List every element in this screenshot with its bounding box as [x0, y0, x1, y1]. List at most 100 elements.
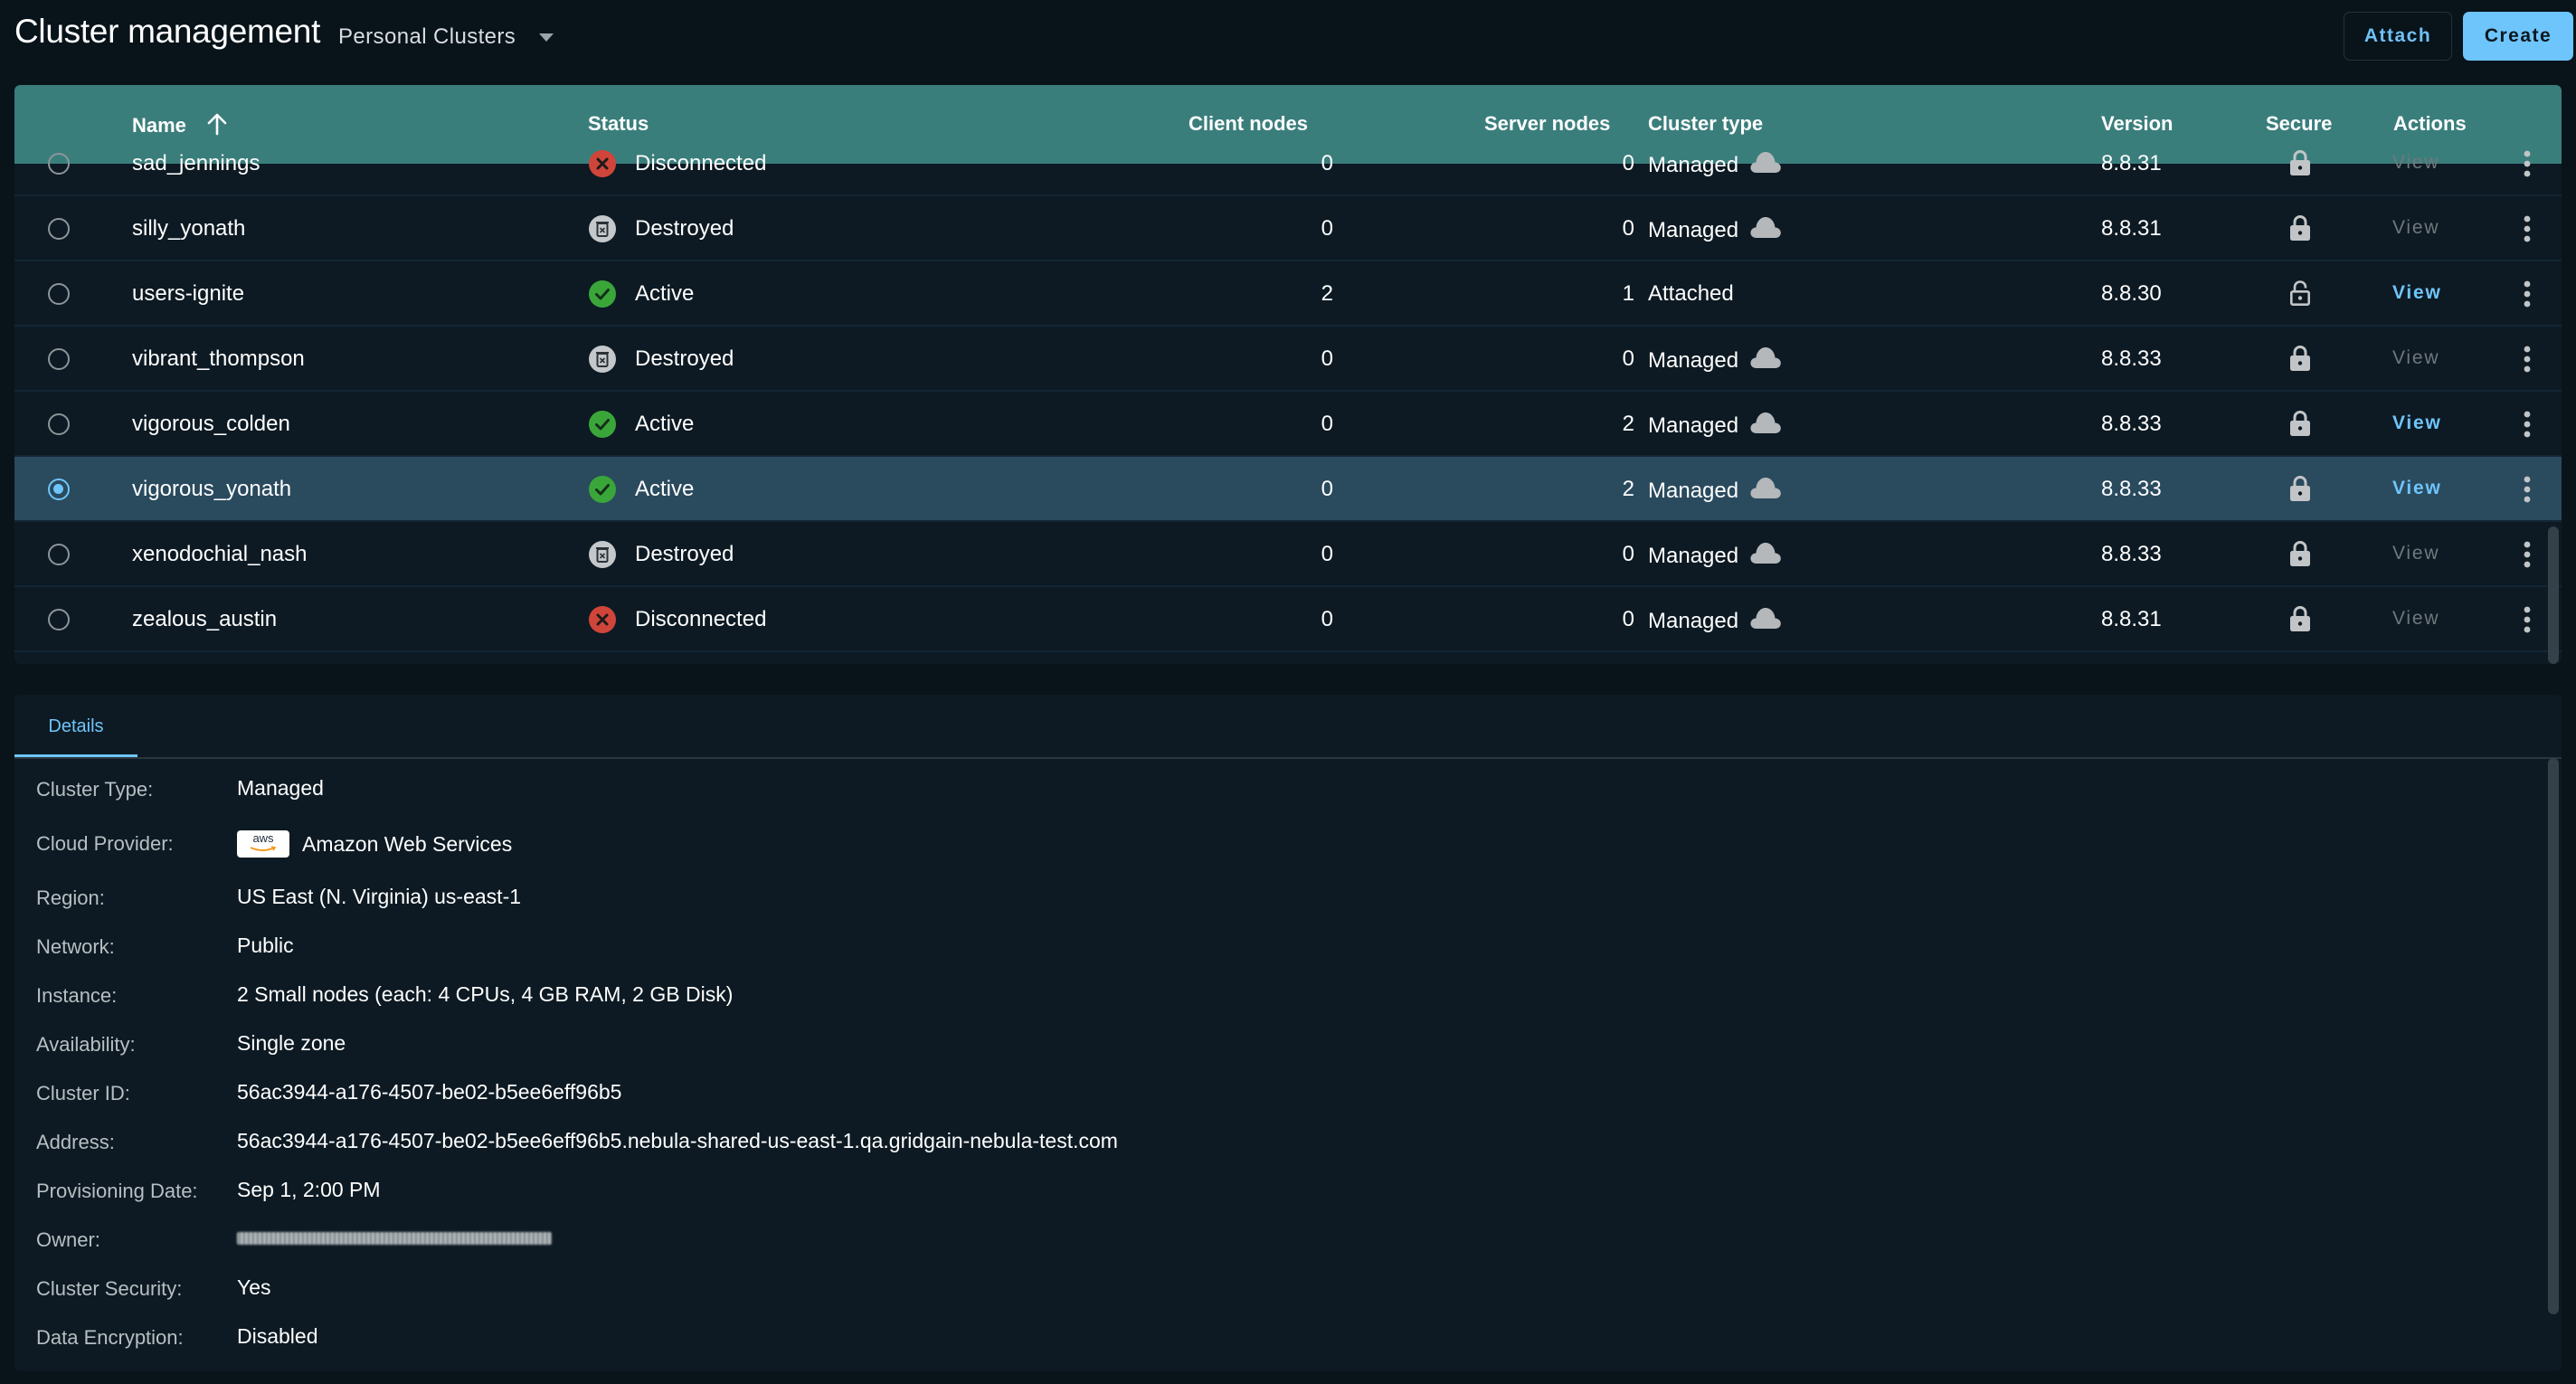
tab-divider [14, 757, 2562, 759]
cluster-name: silly_yonath [132, 216, 246, 241]
details-scrollbar[interactable] [2548, 758, 2559, 1314]
cluster-type-text: Managed [1648, 348, 1739, 373]
more-actions-icon[interactable] [2518, 213, 2536, 244]
client-nodes-count: 0 [1321, 346, 1333, 371]
more-actions-icon[interactable] [2518, 474, 2536, 505]
view-link[interactable]: View [2392, 217, 2439, 239]
caret-down-icon [539, 33, 554, 42]
cluster-type: Managed [1648, 606, 1782, 637]
more-actions-icon[interactable] [2518, 604, 2536, 635]
row-select-radio[interactable] [48, 283, 70, 305]
view-link[interactable]: View [2392, 478, 2442, 499]
cluster-type: Managed [1648, 150, 1782, 181]
lock-closed-icon [2289, 345, 2311, 376]
detail-label: Instance: [36, 984, 118, 1007]
more-actions-icon[interactable] [2518, 409, 2536, 440]
server-nodes-count: 2 [1622, 412, 1634, 436]
row-select-radio[interactable] [48, 413, 70, 435]
more-actions-icon[interactable] [2518, 344, 2536, 374]
more-actions-icon[interactable] [2518, 539, 2536, 570]
cluster-type-text: Managed [1648, 479, 1739, 503]
more-actions-icon[interactable] [2518, 148, 2536, 179]
row-select-radio[interactable] [48, 609, 70, 630]
cluster-type: Managed [1648, 215, 1782, 246]
table-row[interactable]: xenodochial_nash Destroyed 0 0 Managed 8.8.33… [14, 522, 2562, 587]
attach-button[interactable]: Attach [2344, 12, 2452, 61]
client-nodes-count: 0 [1321, 477, 1333, 501]
server-nodes-count: 0 [1622, 607, 1634, 631]
status-text: Active [635, 281, 695, 306]
cluster-type-text: Managed [1648, 218, 1739, 242]
client-nodes-count: 0 [1321, 216, 1333, 241]
cloud-icon [1749, 411, 1782, 441]
detail-value: Sep 1, 2:00 PM [237, 1178, 381, 1201]
more-actions-icon[interactable] [2518, 279, 2536, 309]
lock-closed-icon [2289, 214, 2311, 246]
detail-label: Data Encryption: [36, 1326, 184, 1349]
table-row[interactable]: users-ignite Active 2 1 Attached 8.8.30 View [14, 261, 2562, 327]
check-circle-icon [588, 280, 617, 308]
client-nodes-count: 0 [1321, 542, 1333, 566]
detail-value: Disabled [237, 1324, 318, 1348]
client-nodes-count: 2 [1321, 281, 1333, 306]
lock-closed-icon [2289, 410, 2311, 441]
detail-label: Cluster Type: [36, 778, 154, 801]
table-scrollbar[interactable] [2548, 526, 2559, 664]
lock-closed-icon [2289, 475, 2311, 507]
cloud-icon [1749, 606, 1782, 637]
table-row[interactable]: sad_jennings Disconnected 0 0 Managed 8.8.31 V… [14, 131, 2562, 196]
detail-label: Network: [36, 935, 115, 958]
cluster-name: zealous_austin [132, 607, 278, 631]
server-nodes-count: 0 [1622, 542, 1634, 566]
table-row[interactable]: vigorous_yonath Active 0 2 Managed 8.8.33 View [14, 457, 2562, 522]
client-nodes-count: 0 [1321, 151, 1333, 175]
trash-icon [588, 345, 617, 374]
cluster-name: users-ignite [132, 281, 245, 306]
server-nodes-count: 0 [1622, 346, 1634, 371]
cluster-type-text: Managed [1648, 609, 1739, 633]
cluster-name: sad_jennings [132, 151, 260, 175]
detail-value [237, 1227, 554, 1247]
table-row[interactable]: silly_yonath Destroyed 0 0 Managed 8.8.31 View [14, 196, 2562, 261]
detail-label: Cluster Security: [36, 1277, 183, 1300]
tab-details[interactable]: Details [14, 695, 137, 758]
table-row[interactable]: zealous_austin Disconnected 0 0 Managed 8.8.3… [14, 587, 2562, 652]
table-row[interactable]: vibrant_thompson Destroyed 0 0 Managed 8.8.33… [14, 327, 2562, 392]
cluster-version: 8.8.33 [2101, 346, 2162, 371]
view-link[interactable]: View [2392, 412, 2442, 434]
lock-closed-icon [2289, 605, 2311, 637]
view-link[interactable]: View [2392, 543, 2439, 564]
view-link[interactable]: View [2392, 282, 2442, 304]
detail-label: Availability: [36, 1033, 136, 1056]
cluster-type: Managed [1648, 346, 1782, 376]
row-select-radio[interactable] [48, 348, 70, 370]
view-link[interactable]: View [2392, 152, 2439, 174]
trash-icon [588, 214, 617, 243]
cluster-name: xenodochial_nash [132, 542, 308, 566]
detail-value: Single zone [237, 1031, 346, 1055]
view-link[interactable]: View [2392, 608, 2439, 630]
view-link[interactable]: View [2392, 347, 2439, 369]
cloud-icon [1749, 476, 1782, 507]
detail-label: Cloud Provider: [36, 832, 174, 855]
row-select-radio[interactable] [48, 218, 70, 240]
detail-value: Yes [237, 1275, 271, 1299]
aws-logo-icon: aws [237, 830, 289, 858]
detail-value: Public [237, 934, 294, 957]
detail-value: Managed [237, 776, 324, 800]
check-circle-icon [588, 475, 617, 504]
cluster-scope-dropdown[interactable]: Personal Clusters [338, 24, 554, 50]
cluster-version: 8.8.33 [2101, 477, 2162, 501]
aws-logo-text: aws [252, 831, 274, 845]
cluster-version: 8.8.31 [2101, 216, 2162, 241]
create-button[interactable]: Create [2463, 12, 2573, 61]
status-text: Active [635, 412, 695, 436]
row-select-radio[interactable] [48, 544, 70, 565]
row-select-radio[interactable] [48, 479, 70, 500]
detail-label: Owner: [36, 1228, 100, 1251]
row-select-radio[interactable] [48, 153, 70, 175]
cluster-name: vigorous_yonath [132, 477, 292, 501]
cluster-type: Managed [1648, 541, 1782, 572]
x-circle-icon [588, 149, 617, 178]
table-row[interactable]: vigorous_colden Active 0 2 Managed 8.8.33 View [14, 392, 2562, 457]
